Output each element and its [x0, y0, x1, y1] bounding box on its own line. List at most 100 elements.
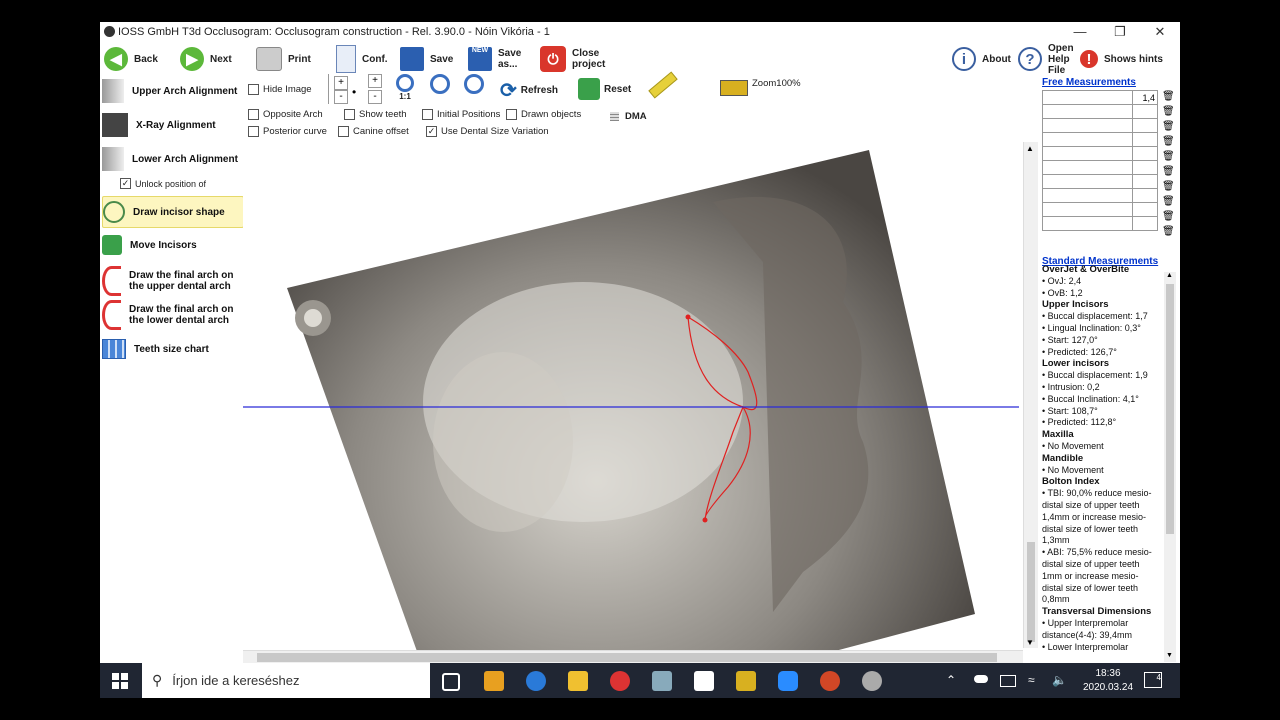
increase-button-2[interactable]: +: [368, 74, 382, 88]
next-button[interactable]: ▶ Next: [180, 42, 232, 76]
conf-button[interactable]: Conf.: [336, 42, 388, 76]
scroll-up-icon[interactable]: ▲: [1166, 272, 1173, 279]
trash-icon[interactable]: 🗑: [1162, 166, 1175, 177]
minimize-button[interactable]: —: [1060, 22, 1100, 42]
wifi-icon[interactable]: ≈: [1028, 673, 1035, 687]
free-measurements-link[interactable]: Free Measurements: [1042, 77, 1136, 88]
trash-icon[interactable]: 🗑: [1162, 136, 1175, 147]
hide-image-checkbox[interactable]: Hide Image: [248, 84, 312, 95]
app-icon[interactable]: [652, 671, 672, 691]
store-icon[interactable]: [484, 671, 504, 691]
restore-button[interactable]: ❐: [1100, 22, 1140, 42]
about-button[interactable]: i About: [952, 42, 1011, 76]
measurements-scrollbar[interactable]: ▲ ▼: [1164, 272, 1176, 662]
final-arch-lower-item[interactable]: Draw the final arch on the lower dental …: [102, 298, 242, 332]
zoom-out-button[interactable]: [464, 74, 484, 94]
chrome-icon[interactable]: [610, 671, 630, 691]
show-teeth-checkbox[interactable]: Show teeth: [344, 109, 407, 120]
table-row[interactable]: [1041, 118, 1158, 133]
table-row[interactable]: [1041, 146, 1158, 161]
close-project-button[interactable]: ⏻ Close project: [540, 42, 612, 76]
trash-icon[interactable]: 🗑: [1162, 91, 1175, 102]
print-button[interactable]: Print: [256, 42, 311, 76]
decrease-button-2[interactable]: -: [368, 90, 382, 104]
ioss-app-icon[interactable]: [736, 671, 756, 691]
trash-icon[interactable]: 🗑: [1162, 211, 1175, 222]
back-button[interactable]: ◀ Back: [104, 42, 158, 76]
zoom-in-button[interactable]: [430, 74, 450, 94]
table-row[interactable]: [1041, 188, 1158, 203]
horizontal-scroll-thumb[interactable]: [257, 653, 997, 662]
battery-icon[interactable]: [1000, 675, 1016, 687]
chevron-up-icon[interactable]: ⌃: [946, 673, 956, 687]
zoom-1to1-button[interactable]: 1:1: [396, 74, 414, 101]
table-row[interactable]: [1041, 160, 1158, 175]
notifications-icon[interactable]: 4: [1144, 672, 1162, 688]
canvas-vertical-scrollbar[interactable]: ▲ ▼: [1023, 142, 1038, 648]
opposite-arch-box[interactable]: [248, 109, 259, 120]
draw-incisor-shape-item[interactable]: Draw incisor shape: [102, 196, 244, 228]
taskbar-search-box[interactable]: ⚲ Írjon ide a kereséshez: [142, 663, 430, 698]
unlock-checkbox-box[interactable]: ✓: [120, 178, 131, 189]
xray-alignment-item[interactable]: X-Ray Alignment: [102, 110, 242, 140]
posterior-curve-checkbox[interactable]: Posterior curve: [248, 126, 327, 137]
lower-arch-alignment-item[interactable]: Lower Arch Alignment: [102, 144, 242, 174]
shows-hints-button[interactable]: ! Shows hints: [1080, 42, 1163, 76]
refresh-button[interactable]: ⟳ Refresh: [500, 78, 558, 103]
hide-image-box[interactable]: [248, 84, 259, 95]
t3d-icon[interactable]: [862, 671, 882, 691]
table-row[interactable]: [1041, 132, 1158, 147]
close-window-button[interactable]: ✕: [1140, 22, 1180, 42]
drawn-objects-checkbox[interactable]: Drawn objects: [506, 109, 581, 120]
reset-button[interactable]: Reset: [578, 78, 631, 100]
canine-offset-box[interactable]: [338, 126, 349, 137]
scroll-down-icon[interactable]: ▼: [1166, 652, 1173, 659]
trash-icon[interactable]: 🗑: [1162, 151, 1175, 162]
task-view-icon[interactable]: [442, 673, 460, 691]
file-explorer-icon[interactable]: [568, 671, 588, 691]
clock[interactable]: 18:36 2020.03.24: [1080, 667, 1136, 695]
xray-canvas[interactable]: [243, 142, 1019, 650]
posterior-curve-box[interactable]: [248, 126, 259, 137]
initial-positions-checkbox[interactable]: Initial Positions: [422, 109, 500, 120]
calculator-icon[interactable]: [694, 671, 714, 691]
table-row[interactable]: [1041, 216, 1158, 231]
scroll-up-icon[interactable]: ▲: [1026, 144, 1034, 153]
onedrive-icon[interactable]: [526, 671, 546, 691]
zoom-scale-icon[interactable]: [720, 80, 748, 96]
use-dental-size-checkbox[interactable]: ✓ Use Dental Size Variation: [426, 126, 549, 137]
move-incisors-item[interactable]: Move Incisors: [102, 230, 242, 260]
use-dental-size-box[interactable]: ✓: [426, 126, 437, 137]
save-button[interactable]: Save: [400, 42, 453, 76]
teeth-size-chart-item[interactable]: Teeth size chart: [102, 334, 242, 364]
opposite-arch-checkbox[interactable]: Opposite Arch: [248, 109, 323, 120]
zoom-app-icon[interactable]: [778, 671, 798, 691]
increase-button[interactable]: +: [334, 76, 348, 90]
measurements-scroll-thumb[interactable]: [1166, 284, 1174, 534]
cloud-icon[interactable]: [974, 675, 988, 683]
canine-offset-checkbox[interactable]: Canine offset: [338, 126, 409, 137]
table-row[interactable]: 1,4: [1041, 90, 1158, 105]
table-row[interactable]: [1041, 104, 1158, 119]
trash-icon[interactable]: 🗑: [1162, 121, 1175, 132]
drawn-objects-box[interactable]: [506, 109, 517, 120]
trash-icon[interactable]: 🗑: [1162, 196, 1175, 207]
windows-start-icon[interactable]: [112, 673, 128, 689]
open-help-button[interactable]: ? Open Help File: [1018, 42, 1076, 76]
save-as-button[interactable]: NEW Save as...: [468, 42, 528, 76]
show-teeth-box[interactable]: [344, 109, 355, 120]
decrease-button[interactable]: -: [334, 90, 348, 104]
unlock-position-checkbox[interactable]: ✓ Unlock position of: [120, 178, 206, 189]
table-row[interactable]: [1041, 202, 1158, 217]
canvas-horizontal-scrollbar[interactable]: [243, 650, 1023, 664]
trash-icon[interactable]: 🗑: [1162, 226, 1175, 237]
vertical-scroll-thumb[interactable]: [1027, 542, 1035, 642]
trash-icon[interactable]: 🗑: [1162, 106, 1175, 117]
table-row[interactable]: [1041, 174, 1158, 189]
powerpoint-icon[interactable]: [820, 671, 840, 691]
scroll-down-icon[interactable]: ▼: [1026, 638, 1034, 647]
volume-icon[interactable]: 🔈: [1052, 673, 1067, 687]
dma-button[interactable]: DMA: [610, 111, 647, 122]
upper-arch-alignment-item[interactable]: Upper Arch Alignment: [102, 76, 242, 106]
final-arch-upper-item[interactable]: Draw the final arch on the upper dental …: [102, 264, 242, 298]
